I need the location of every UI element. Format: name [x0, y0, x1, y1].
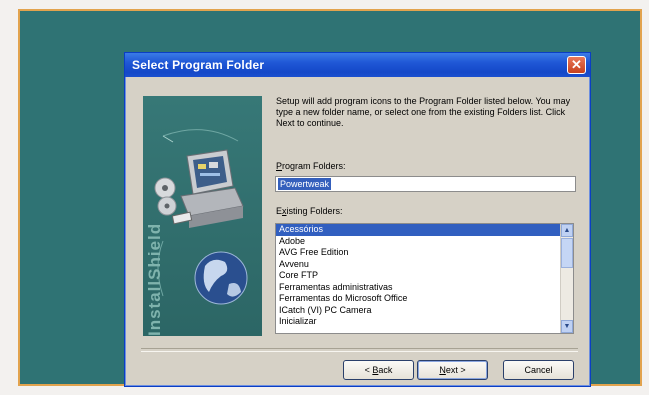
vertical-scrollbar[interactable]: ▲ ▼	[560, 224, 573, 333]
screen-frame: Select Program Folder ✕ InstallShield Se…	[18, 9, 642, 387]
instructions-text: Setup will add program icons to the Prog…	[276, 96, 571, 128]
existing-folders-label: Existing Folders:	[276, 206, 343, 216]
chevron-up-icon: ▲	[563, 227, 571, 234]
next-button[interactable]: Next >	[417, 360, 488, 380]
folder-list-item[interactable]: Adobe	[276, 236, 573, 248]
close-icon: ✕	[571, 57, 582, 72]
folder-list-item[interactable]: AVG Free Edition	[276, 247, 573, 259]
program-folder-input[interactable]: Powertweak	[275, 176, 576, 192]
dialog-title: Select Program Folder	[132, 58, 265, 72]
scroll-thumb[interactable]	[561, 238, 573, 268]
title-bar[interactable]: Select Program Folder ✕	[125, 53, 590, 77]
folder-items: Acessórios Adobe AVG Free Edition Avvenu Cor…	[276, 224, 573, 328]
program-folder-value: Powertweak	[278, 178, 332, 190]
cancel-button[interactable]: Cancel	[503, 360, 574, 380]
existing-folders-list[interactable]: Acessórios Adobe AVG Free Edition Avvenu Cor…	[275, 223, 574, 334]
folder-list-item[interactable]: Ferramentas administrativas	[276, 282, 573, 294]
installshield-brand: InstallShield	[145, 222, 164, 336]
button-separator	[141, 348, 578, 352]
folder-list-item[interactable]: Avvenu	[276, 259, 573, 271]
select-program-folder-dialog: Select Program Folder ✕ InstallShield Se…	[124, 52, 591, 387]
chevron-down-icon: ▼	[563, 323, 571, 330]
back-button[interactable]: < Back	[343, 360, 414, 380]
folder-list-item[interactable]: Core FTP	[276, 270, 573, 282]
folder-list-item[interactable]: Ferramentas do Microsoft Office	[276, 293, 573, 305]
close-button[interactable]: ✕	[567, 56, 586, 74]
folder-list-item[interactable]: Inicializar	[276, 316, 573, 328]
installshield-artwork: InstallShield	[143, 96, 262, 336]
scroll-up-button[interactable]: ▲	[561, 224, 573, 237]
scroll-down-button[interactable]: ▼	[561, 320, 573, 333]
folder-list-item[interactable]: ICatch (VI) PC Camera	[276, 305, 573, 317]
program-folders-label: Program Folders:	[276, 161, 346, 171]
folder-list-item[interactable]: Acessórios	[276, 224, 573, 236]
